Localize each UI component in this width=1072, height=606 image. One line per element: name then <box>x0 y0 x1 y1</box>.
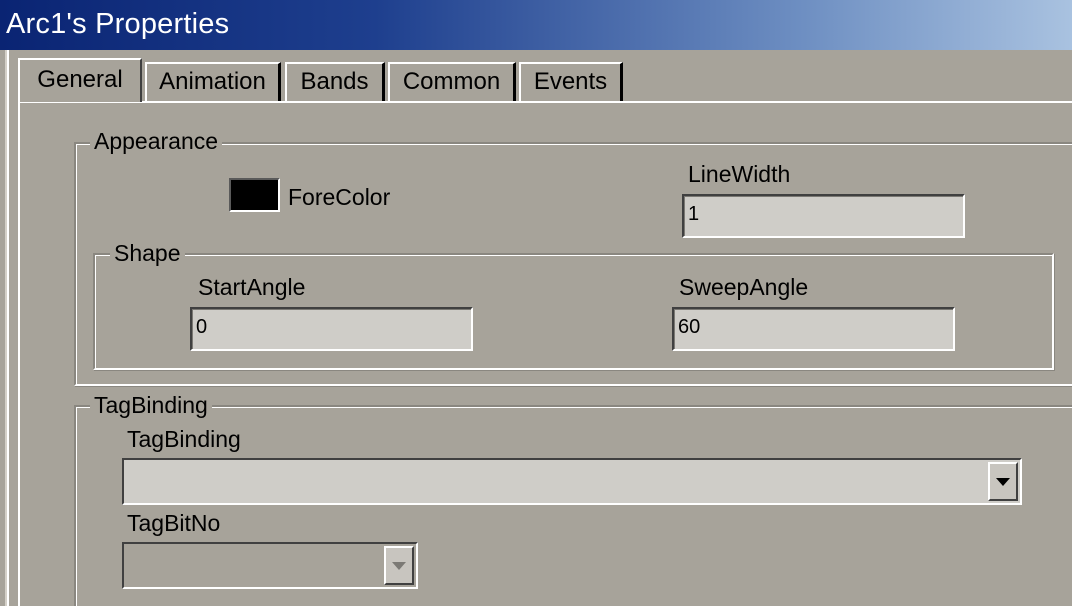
tab-bands[interactable]: Bands <box>285 62 385 102</box>
title-bar[interactable]: Arc1's Properties <box>0 0 1072 50</box>
tab-general[interactable]: General <box>18 58 142 102</box>
tagbitno-dropdown[interactable] <box>122 542 418 589</box>
tagbinding-dropdown-button[interactable] <box>988 462 1018 501</box>
tagbinding-dropdown[interactable] <box>122 458 1022 505</box>
startangle-field[interactable]: 0 <box>190 307 473 351</box>
shape-group-label: Shape <box>110 240 185 266</box>
tagbitno-label: TagBitNo <box>127 510 221 536</box>
frame-edge-highlight <box>7 50 9 606</box>
startangle-label: StartAngle <box>198 274 306 300</box>
sweepangle-field[interactable]: 60 <box>672 307 955 351</box>
tagbinding-label: TagBinding <box>127 426 241 452</box>
sweepangle-label: SweepAngle <box>679 274 809 300</box>
forecolor-label: ForeColor <box>288 184 391 210</box>
tab-animation[interactable]: Animation <box>145 62 281 102</box>
appearance-group-label: Appearance <box>90 128 223 154</box>
tagbinding-group-label: TagBinding <box>90 392 212 418</box>
chevron-down-icon <box>996 477 1010 486</box>
window-title: Arc1's Properties <box>6 8 230 40</box>
tab-panel-edge <box>18 101 20 606</box>
tagbitno-dropdown-button[interactable] <box>384 546 414 585</box>
tab-events[interactable]: Events <box>519 62 623 102</box>
tab-common[interactable]: Common <box>388 62 516 102</box>
tab-strip-divider <box>18 101 1072 103</box>
linewidth-field[interactable]: 1 <box>682 194 965 238</box>
linewidth-label: LineWidth <box>688 161 791 187</box>
chevron-down-icon <box>392 561 406 570</box>
forecolor-swatch[interactable] <box>229 178 280 212</box>
